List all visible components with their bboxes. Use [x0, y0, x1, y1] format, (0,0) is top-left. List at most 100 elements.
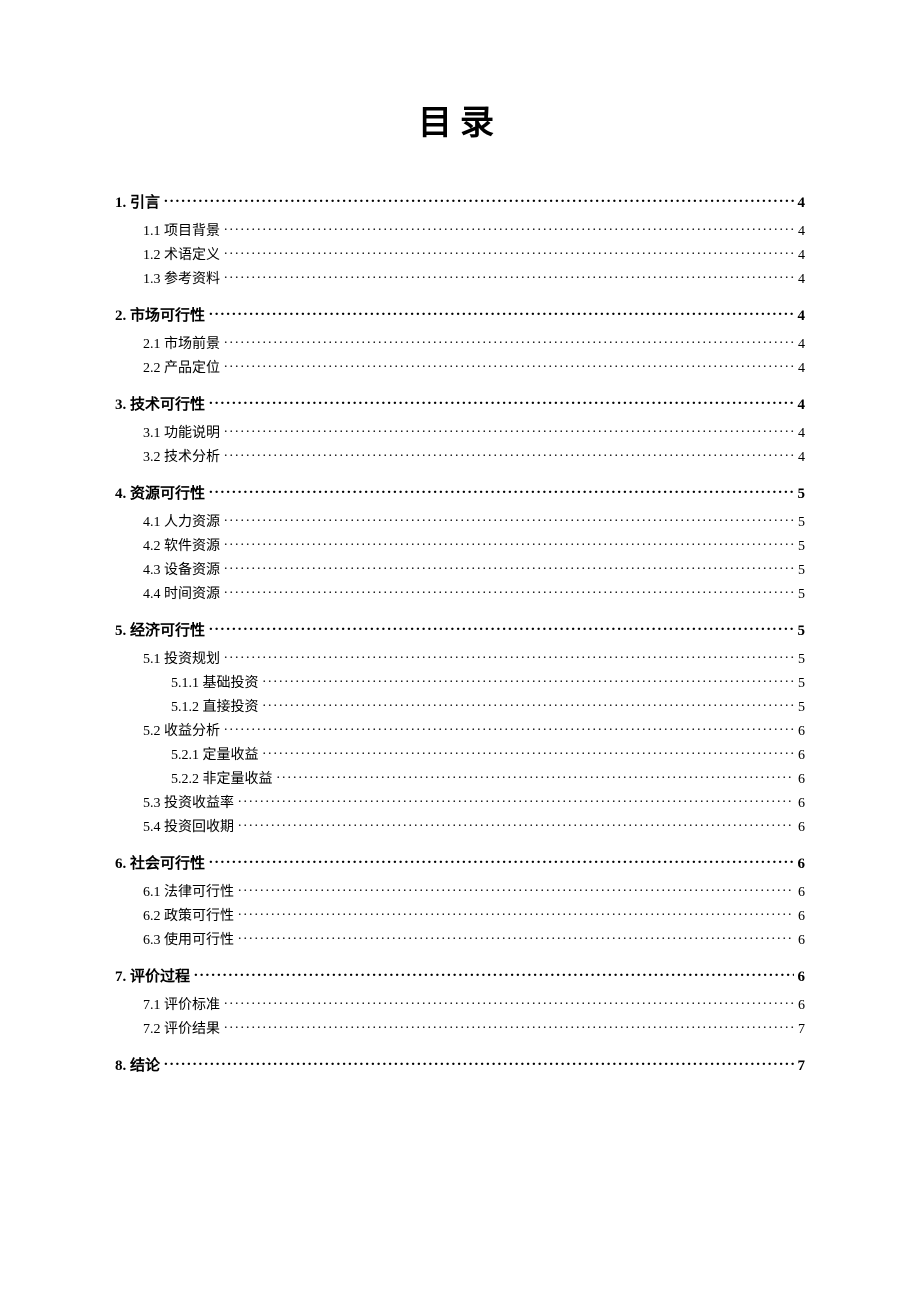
toc-entry-label: 6.3 使用可行性 — [143, 934, 238, 948]
toc-entry[interactable]: 4.3 设备资源 5 — [115, 560, 805, 578]
toc-entry-label: 2.2 产品定位 — [143, 362, 224, 376]
toc-leader — [224, 423, 794, 437]
toc-leader — [209, 394, 793, 409]
toc-entry-page: 4 — [794, 273, 805, 287]
toc-leader — [224, 1019, 794, 1033]
toc-entry-label: 2. 市场可行性 — [115, 309, 209, 324]
toc-entry-label: 4.3 设备资源 — [143, 564, 224, 578]
toc-entry-page: 6 — [794, 821, 805, 835]
toc-entry[interactable]: 1. 引言 4 — [115, 192, 805, 211]
toc-leader — [238, 906, 794, 920]
toc-entry[interactable]: 5.4 投资回收期6 — [115, 817, 805, 835]
toc-entry-label: 7. 评价过程 — [115, 970, 194, 985]
toc-leader — [224, 560, 794, 574]
toc-entry-label: 5.1.1 基础投资 — [171, 677, 263, 691]
toc-entry-page: 4 — [794, 249, 805, 263]
toc-entry[interactable]: 4.1 人力资源5 — [115, 512, 805, 530]
toc-entry-page: 5 — [794, 653, 805, 667]
toc-entry[interactable]: 7.1 评价标准 6 — [115, 995, 805, 1013]
toc-entry-label: 7.1 评价标准 — [143, 999, 224, 1013]
toc-entry-page: 6 — [794, 970, 806, 985]
toc-entry[interactable]: 1.2 术语定义 4 — [115, 245, 805, 263]
toc-entry-page: 6 — [794, 886, 805, 900]
toc-entry[interactable]: 2.2 产品定位4 — [115, 358, 805, 376]
toc-entry-page: 5 — [794, 588, 805, 602]
toc-entry[interactable]: 6. 社会可行性 6 — [115, 853, 805, 872]
toc-entry-page: 7 — [794, 1023, 805, 1037]
toc-entry[interactable]: 5.2 收益分析6 — [115, 721, 805, 739]
toc-entry[interactable]: 5.1 投资规划 5 — [115, 649, 805, 667]
toc-entry-label: 5.1 投资规划 — [143, 653, 224, 667]
toc-entry[interactable]: 3.1 功能说明 4 — [115, 423, 805, 441]
toc-entry[interactable]: 7.2 评价结果 7 — [115, 1019, 805, 1037]
toc-entry-page: 5 — [794, 624, 806, 639]
toc-entry-label: 6. 社会可行性 — [115, 857, 209, 872]
toc-leader — [209, 305, 793, 320]
toc-entry-label: 6.1 法律可行性 — [143, 886, 238, 900]
toc-entry[interactable]: 2. 市场可行性 4 — [115, 305, 805, 324]
toc-entry-label: 1.2 术语定义 — [143, 249, 224, 263]
toc-entry-label: 5.3 投资收益率 — [143, 797, 238, 811]
toc-entry-label: 3.2 技术分析 — [143, 451, 224, 465]
toc-entry-page: 5 — [794, 564, 805, 578]
toc-leader — [238, 882, 794, 896]
page: 目录 1. 引言41.1 项目背景41.2 术语定义41.3 参考资料42. 市… — [0, 0, 920, 1302]
toc-entry[interactable]: 3.2 技术分析4 — [115, 447, 805, 465]
toc-entry-label: 5.1.2 直接投资 — [171, 701, 263, 715]
toc-entry-page: 6 — [794, 934, 805, 948]
toc-leader — [224, 269, 794, 283]
toc-entry-page: 5 — [794, 487, 806, 502]
toc-leader — [263, 673, 795, 687]
toc-entry[interactable]: 6.1 法律可行性 6 — [115, 882, 805, 900]
toc-entry-label: 3.1 功能说明 — [143, 427, 224, 441]
toc-entry[interactable]: 5. 经济可行性 5 — [115, 620, 805, 639]
toc-entry-label: 3. 技术可行性 — [115, 398, 209, 413]
toc-entry[interactable]: 5.2.2 非定量收益6 — [115, 769, 805, 787]
toc-entry-label: 2.1 市场前景 — [143, 338, 224, 352]
toc-entry-label: 5. 经济可行性 — [115, 624, 209, 639]
toc-entry[interactable]: 2.1 市场前景 4 — [115, 334, 805, 352]
toc-leader — [238, 930, 794, 944]
toc-entry-page: 6 — [794, 999, 805, 1013]
toc-entry-label: 7.2 评价结果 — [143, 1023, 224, 1037]
toc-entry-label: 1.3 参考资料 — [143, 273, 224, 287]
toc-entry[interactable]: 1.3 参考资料 4 — [115, 269, 805, 287]
toc-leader — [263, 697, 795, 711]
toc-entry-page: 4 — [794, 309, 806, 324]
toc-entry[interactable]: 5.3 投资收益率6 — [115, 793, 805, 811]
toc-leader — [224, 995, 794, 1009]
toc-entry[interactable]: 5.1.1 基础投资 5 — [115, 673, 805, 691]
toc-title: 目录 — [115, 95, 805, 144]
toc-entry-label: 5.2 收益分析 — [143, 725, 224, 739]
toc-entry[interactable]: 4.2 软件资源 5 — [115, 536, 805, 554]
toc-leader — [164, 192, 793, 207]
toc-entry-page: 6 — [794, 857, 806, 872]
toc-entry[interactable]: 4.4 时间资源5 — [115, 584, 805, 602]
toc-entry-page: 5 — [794, 677, 805, 691]
toc-leader — [224, 334, 794, 348]
toc-entry-page: 4 — [794, 338, 805, 352]
toc-entry-label: 4.2 软件资源 — [143, 540, 224, 554]
toc-leader — [224, 512, 794, 526]
toc-leader — [164, 1055, 793, 1070]
toc-leader — [194, 966, 793, 981]
toc-entry-page: 4 — [794, 427, 805, 441]
toc-entry-label: 4. 资源可行性 — [115, 487, 209, 502]
toc-leader — [209, 483, 793, 498]
toc-entry[interactable]: 4. 资源可行性 5 — [115, 483, 805, 502]
toc-entry[interactable]: 5.2.1 定量收益6 — [115, 745, 805, 763]
toc-entry[interactable]: 6.2 政策可行性6 — [115, 906, 805, 924]
toc-entry[interactable]: 1.1 项目背景4 — [115, 221, 805, 239]
toc-leader — [209, 620, 793, 635]
toc-leader — [224, 649, 794, 663]
toc-entry[interactable]: 5.1.2 直接投资5 — [115, 697, 805, 715]
toc-entry-label: 1. 引言 — [115, 196, 164, 211]
toc-entry-label: 4.1 人力资源 — [143, 516, 224, 530]
toc-entry-page: 5 — [794, 540, 805, 554]
toc-entry-page: 4 — [794, 196, 806, 211]
toc-entry[interactable]: 6.3 使用可行性 6 — [115, 930, 805, 948]
toc-entry-label: 8. 结论 — [115, 1059, 164, 1074]
toc-entry[interactable]: 3. 技术可行性4 — [115, 394, 805, 413]
toc-entry[interactable]: 8. 结论7 — [115, 1055, 805, 1074]
toc-entry[interactable]: 7. 评价过程 6 — [115, 966, 805, 985]
